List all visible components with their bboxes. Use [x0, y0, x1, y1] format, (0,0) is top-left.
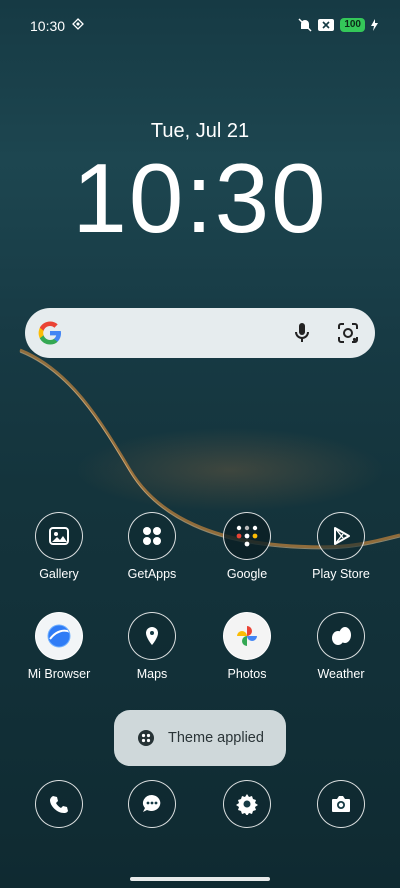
google-lens-icon[interactable]: [335, 320, 361, 346]
dock-settings[interactable]: [200, 780, 294, 828]
app-play-store[interactable]: Play Store: [294, 512, 388, 581]
app-getapps[interactable]: GetApps: [105, 512, 199, 581]
lockscreen-date: Tue, Jul 21: [150, 120, 250, 142]
toast-theme-applied: Theme applied: [114, 710, 286, 766]
messages-icon: [128, 780, 176, 828]
app-mi-browser[interactable]: Mi Browser: [12, 612, 106, 681]
toast-text: Theme applied: [168, 730, 264, 746]
app-label: Photos: [227, 667, 267, 681]
voice-search-icon[interactable]: [289, 320, 315, 346]
app-label: Gallery: [39, 567, 79, 581]
app-label: Play Store: [312, 567, 370, 581]
google-folder-icon: [223, 512, 271, 560]
battery-level: 100: [340, 18, 365, 32]
sim-off-icon: [318, 19, 335, 31]
camera-icon: [317, 780, 365, 828]
settings-gear-icon: [223, 780, 271, 828]
app-google-folder[interactable]: Google: [200, 512, 294, 581]
app-label: Weather: [317, 667, 365, 681]
dock-phone[interactable]: [12, 780, 106, 828]
app-weather[interactable]: Weather: [294, 612, 388, 681]
phone-icon: [35, 780, 83, 828]
maps-icon: [128, 612, 176, 660]
app-label: Mi Browser: [27, 667, 91, 681]
dock-messages[interactable]: [105, 780, 199, 828]
google-search-bar[interactable]: [25, 308, 375, 358]
charging-icon: [371, 19, 378, 31]
app-photos[interactable]: Photos: [200, 612, 294, 681]
mute-icon: [298, 18, 312, 32]
app-label: Google: [226, 567, 268, 581]
mi-browser-icon: [35, 612, 83, 660]
status-bar: 10:30 100: [0, 0, 400, 52]
play-store-icon: [317, 512, 365, 560]
photos-icon: [223, 612, 271, 660]
gallery-icon: [35, 512, 83, 560]
app-label: GetApps: [127, 567, 177, 581]
theme-icon: [138, 730, 154, 746]
getapps-icon: [128, 512, 176, 560]
weather-icon: [317, 612, 365, 660]
app-label: Maps: [136, 667, 168, 681]
app-gallery[interactable]: Gallery: [12, 512, 106, 581]
location-icon: [72, 18, 84, 30]
dock-camera[interactable]: [294, 780, 388, 828]
lockscreen-clock: 10:30: [72, 143, 328, 253]
home-indicator[interactable]: [130, 877, 270, 881]
google-logo-icon: [38, 321, 61, 345]
app-maps[interactable]: Maps: [105, 612, 199, 681]
status-time: 10:30: [30, 18, 66, 34]
